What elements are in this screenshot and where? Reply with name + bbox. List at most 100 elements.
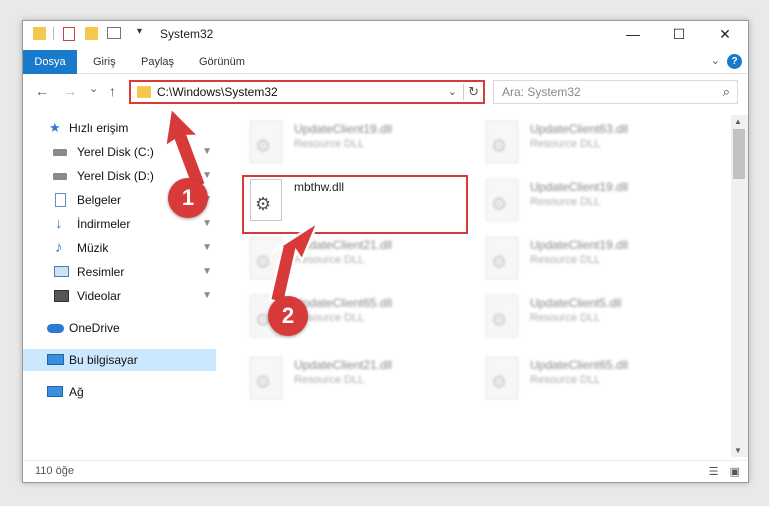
file-name: UpdateClient63.dll — [530, 122, 629, 136]
properties-icon[interactable] — [63, 27, 75, 41]
download-icon: ↓ — [55, 215, 63, 232]
dll-file-icon: ⚙ — [250, 237, 282, 279]
sidebar-item-music[interactable]: ♪ Müzik ▼ — [23, 237, 216, 259]
file-type: Resource DLL — [294, 374, 365, 386]
sidebar-item-label: Ağ — [69, 385, 84, 399]
help-button[interactable]: ? — [727, 54, 742, 69]
sidebar-item-quick-access[interactable]: ★ Hızlı erişim — [23, 117, 216, 139]
sidebar-item-label: Yerel Disk (D:) — [77, 169, 154, 183]
dll-file-icon: ⚙ — [486, 121, 518, 163]
drive-icon — [53, 149, 67, 156]
gear-icon: ⚙ — [491, 252, 508, 272]
details-view-icon[interactable]: ☰ — [709, 466, 719, 478]
file-item[interactable]: ⚙ UpdateClient19.dll Resource DLL — [482, 177, 697, 233]
minimize-button[interactable]: — — [610, 21, 656, 48]
scroll-thumb[interactable] — [733, 129, 745, 179]
search-placeholder: Ara: System32 — [502, 85, 581, 99]
folder-icon — [137, 86, 151, 98]
file-type: Resource DLL — [294, 138, 365, 150]
sidebar-item-this-pc[interactable]: Bu bilgisayar — [23, 349, 216, 371]
file-name: UpdateClient21.dll — [294, 358, 393, 372]
forward-button[interactable]: → — [63, 83, 77, 99]
video-icon — [54, 290, 69, 302]
gear-icon: ⚙ — [491, 136, 508, 156]
file-type: Resource DLL — [294, 254, 365, 266]
view-toggle: ☰ ▣ — [709, 465, 740, 478]
file-item[interactable]: ⚙ UpdateClient65.dll Resource DLL — [482, 355, 697, 411]
gear-icon: ⚙ — [255, 372, 272, 392]
vertical-scrollbar[interactable]: ▲ ▼ — [731, 115, 748, 457]
pin-icon[interactable]: ▼ — [202, 165, 212, 187]
file-name: UpdateClient21.dll — [294, 238, 393, 252]
navigation-pane: ★ Hızlı erişim Yerel Disk (C:) ▼ Yerel D… — [23, 115, 216, 461]
file-item[interactable]: ⚙ UpdateClient21.dll Resource DLL — [246, 235, 461, 291]
file-view: ⚙ UpdateClient19.dll Resource DLL ⚙ Upda… — [216, 115, 730, 457]
chevron-down-icon[interactable]: ▾ — [137, 26, 142, 37]
file-item[interactable]: ⚙ UpdateClient19.dll Resource DLL — [482, 235, 697, 291]
file-item[interactable]: ⚙ UpdateClient5.dll Resource DLL — [482, 293, 697, 349]
file-item[interactable]: ⚙ UpdateClient21.dll Resource DLL — [246, 355, 461, 411]
sidebar-item-label: OneDrive — [69, 321, 120, 335]
title-bar: ▾ System32 — ☐ ✕ — [23, 21, 748, 48]
file-item[interactable]: ⚙ UpdateClient19.dll Resource DLL — [246, 119, 461, 175]
back-button[interactable]: ← — [35, 83, 49, 99]
file-name: UpdateClient5.dll — [530, 296, 622, 310]
scroll-down-icon[interactable]: ▼ — [734, 446, 742, 455]
customize-toolbar-icon[interactable] — [107, 27, 121, 39]
sidebar-item-videos[interactable]: Videolar ▼ — [23, 285, 216, 307]
drive-icon — [53, 173, 67, 180]
file-type: Resource DLL — [530, 138, 601, 150]
new-folder-icon[interactable] — [85, 27, 98, 40]
recent-locations-button[interactable]: ⌄ — [89, 82, 98, 95]
sidebar-item-network[interactable]: Ağ — [23, 381, 216, 403]
maximize-button[interactable]: ☐ — [656, 21, 702, 48]
refresh-button[interactable]: ↻ — [463, 84, 479, 100]
pin-icon[interactable]: ▼ — [202, 261, 212, 283]
pin-icon[interactable]: ▼ — [202, 285, 212, 307]
sidebar-item-label: Müzik — [77, 241, 109, 255]
tab-share[interactable]: Paylaş — [141, 50, 174, 74]
network-icon — [47, 386, 63, 397]
dll-file-icon: ⚙ — [486, 237, 518, 279]
sidebar-item-label: Hızlı erişim — [69, 121, 129, 135]
chevron-down-icon[interactable]: ⌄ — [711, 54, 720, 67]
sidebar-item-label: Bu bilgisayar — [69, 353, 138, 367]
cloud-icon — [47, 324, 64, 333]
explorer-window: ▾ System32 — ☐ ✕ Dosya Giriş Paylaş Görü… — [22, 20, 749, 483]
up-button[interactable]: ↑ — [109, 83, 116, 99]
close-button[interactable]: ✕ — [702, 21, 748, 48]
document-icon — [55, 193, 66, 207]
pictures-icon — [54, 266, 69, 277]
step-1-badge: 1 — [168, 178, 208, 218]
sidebar-item-pictures[interactable]: Resimler ▼ — [23, 261, 216, 283]
search-icon[interactable]: ⌕ — [723, 84, 730, 100]
pin-icon[interactable]: ▼ — [202, 141, 212, 163]
search-input[interactable]: Ara: System32 ⌕ — [493, 80, 738, 104]
sidebar-item-disk-c[interactable]: Yerel Disk (C:) ▼ — [23, 141, 216, 163]
file-name: UpdateClient19.dll — [294, 122, 393, 136]
window-title: System32 — [160, 27, 214, 41]
gear-icon: ⚙ — [491, 372, 508, 392]
dll-file-icon: ⚙ — [486, 179, 518, 221]
music-icon: ♪ — [55, 239, 63, 256]
file-name: UpdateClient65.dll — [530, 358, 629, 372]
pin-icon[interactable]: ▼ — [202, 237, 212, 259]
computer-icon — [47, 354, 64, 365]
file-type: Resource DLL — [530, 196, 601, 208]
tab-home[interactable]: Giriş — [93, 50, 116, 74]
star-icon: ★ — [49, 120, 61, 135]
highlight-box — [242, 175, 468, 234]
sidebar-item-label: Belgeler — [77, 193, 122, 207]
sidebar-item-label: İndirmeler — [77, 217, 131, 231]
chevron-down-icon[interactable]: ⌄ — [448, 85, 457, 98]
large-icons-view-icon[interactable]: ▣ — [730, 466, 740, 478]
tab-file[interactable]: Dosya — [23, 50, 77, 74]
scroll-up-icon[interactable]: ▲ — [734, 117, 742, 126]
file-item[interactable]: ⚙ UpdateClient63.dll Resource DLL — [482, 119, 697, 175]
pin-icon[interactable]: ▼ — [202, 213, 212, 235]
address-bar[interactable]: C:\Windows\System32 ⌄ ↻ — [129, 80, 485, 104]
sidebar-item-onedrive[interactable]: OneDrive — [23, 317, 216, 339]
address-path[interactable]: C:\Windows\System32 — [157, 85, 278, 99]
tab-view[interactable]: Görünüm — [199, 50, 245, 74]
dll-file-icon: ⚙ — [250, 357, 282, 399]
